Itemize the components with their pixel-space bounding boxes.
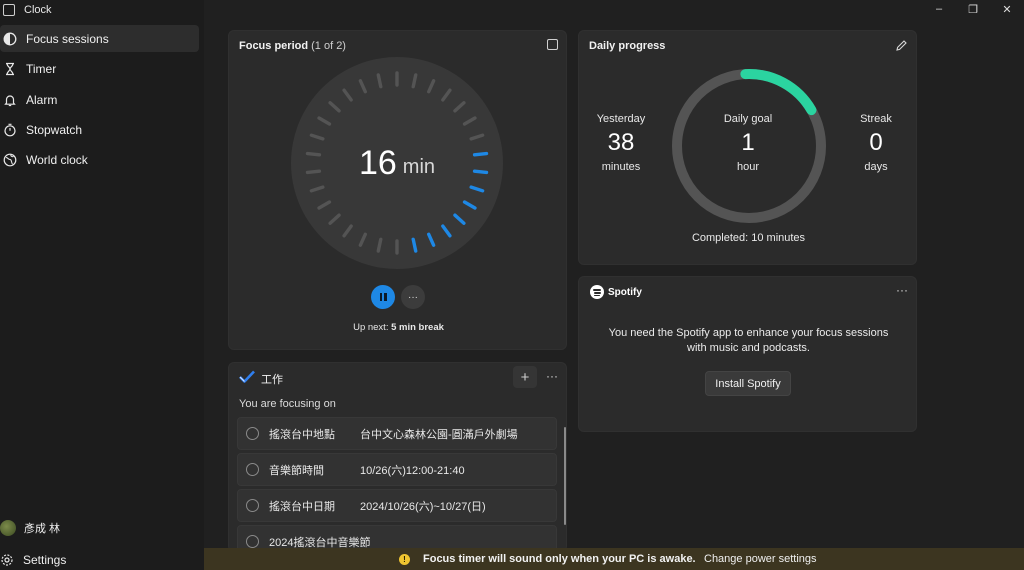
compact-overlay-icon[interactable] <box>547 39 558 50</box>
tasks-scrollbar[interactable] <box>564 427 566 525</box>
task-title: 搖滾台中日期 <box>269 500 335 513</box>
banner-message: Focus timer will sound only when your PC… <box>423 553 696 565</box>
task-item[interactable]: 搖滾台中地點 台中文心森林公園-圓滿戶外劇場 <box>237 417 557 450</box>
task-detail: 台中文心森林公園-圓滿戶外劇場 <box>360 428 518 441</box>
focus-more-button[interactable]: ··· <box>401 285 425 309</box>
daily-progress-card: Daily progress Yesterday 38 minutes Dail… <box>578 30 917 265</box>
task-item[interactable]: 搖滾台中日期 2024/10/26(六)~10/27(日) <box>237 489 557 522</box>
power-warning-banner: ! Focus timer will sound only when your … <box>204 548 1024 570</box>
timer-minutes: 16 <box>358 143 397 182</box>
task-list-header: 工作 <box>239 370 283 388</box>
focusing-on-label: You are focusing on <box>239 398 336 410</box>
task-title: 音樂節時間 <box>269 464 324 477</box>
globe-icon <box>3 153 17 167</box>
up-next-value: 5 min break <box>391 322 444 333</box>
focus-period-title: Focus period (1 of 2) <box>239 40 346 52</box>
goal-ring-progress <box>740 69 817 116</box>
spotify-icon <box>590 285 604 299</box>
streak-value: 0 <box>869 129 883 156</box>
streak-stat: Streak 0 days <box>836 113 916 173</box>
yesterday-value: 38 <box>607 129 635 156</box>
pencil-icon[interactable] <box>895 39 908 57</box>
gear-icon <box>0 553 14 567</box>
avatar <box>0 520 16 536</box>
task-detail: 2024/10/26(六)~10/27(日) <box>360 500 486 513</box>
streak-unit: days <box>864 161 888 173</box>
task-list-name: 工作 <box>261 374 283 386</box>
sidebar-item-alarm[interactable]: Alarm <box>0 86 199 113</box>
user-name: 彥成 林 <box>24 523 61 535</box>
change-power-settings-link[interactable]: Change power settings <box>704 553 817 565</box>
tasks-card: 工作 + ··· You are focusing on 搖滾台中地點 台中文心… <box>228 362 567 552</box>
focus-period-card: Focus period (1 of 2) 16 min ··· Up next… <box>228 30 567 350</box>
sidebar-item-stopwatch[interactable]: Stopwatch <box>0 116 199 143</box>
completed-text: Completed: 10 minutes <box>691 232 806 244</box>
daily-goal-label: Daily goal <box>723 113 773 125</box>
task-checkbox[interactable] <box>246 463 259 476</box>
stopwatch-icon <box>3 123 17 137</box>
focus-title-text: Focus period <box>239 40 309 52</box>
task-title: 搖滾台中地點 <box>269 428 335 441</box>
close-button[interactable]: ✕ <box>990 0 1024 18</box>
sidebar-item-label: World clock <box>26 152 88 167</box>
focus-timer-dial: 16 min <box>291 57 503 269</box>
sidebar-item-label: Stopwatch <box>26 122 83 137</box>
task-checkbox[interactable] <box>246 535 259 548</box>
spotify-more-button[interactable]: ··· <box>896 283 908 297</box>
spotify-card: Spotify ··· You need the Spotify app to … <box>578 276 917 432</box>
warning-icon: ! <box>399 554 410 565</box>
daily-progress-title: Daily progress <box>589 40 666 52</box>
yesterday-label: Yesterday <box>596 113 646 125</box>
sidebar-item-world-clock[interactable]: World clock <box>0 146 199 173</box>
add-task-button[interactable]: + <box>513 366 537 388</box>
streak-label: Streak <box>860 113 892 125</box>
sidebar-item-label: Focus sessions <box>26 31 109 46</box>
user-account[interactable]: 彥成 林 <box>0 517 60 539</box>
focus-period-count: (1 of 2) <box>311 40 346 52</box>
sidebar-item-label: Timer <box>26 61 57 76</box>
sidebar-item-timer[interactable]: Timer <box>0 55 199 82</box>
task-checkbox[interactable] <box>246 427 259 440</box>
window-controls: – ❐ ✕ <box>922 0 1024 18</box>
alarm-icon <box>3 93 17 107</box>
daily-goal-unit: hour <box>736 161 760 173</box>
up-next-label: Up next: <box>353 322 389 333</box>
spotify-logo: Spotify <box>590 285 642 299</box>
task-checkbox[interactable] <box>246 499 259 512</box>
spotify-message: You need the Spotify app to enhance your… <box>608 327 889 354</box>
minimize-button[interactable]: – <box>922 0 956 18</box>
pause-icon <box>384 293 387 301</box>
sidebar: Clock Focus sessions Timer Alarm Stopwat… <box>0 0 204 570</box>
app-title: Clock <box>24 4 52 16</box>
pause-icon <box>379 293 382 301</box>
daily-goal-value: 1 <box>741 129 755 156</box>
clock-app-icon <box>3 4 15 16</box>
up-next-text: Up next: 5 min break <box>229 322 568 333</box>
task-detail: 10/26(六)12:00-21:40 <box>360 464 465 477</box>
app-title-bar: Clock <box>0 0 204 20</box>
todo-check-icon <box>239 370 255 388</box>
dial-center: 16 min <box>291 57 503 269</box>
spotify-brand: Spotify <box>608 286 642 298</box>
sidebar-item-label: Alarm <box>26 92 58 107</box>
sidebar-item-settings[interactable]: Settings <box>0 549 199 570</box>
task-item[interactable]: 音樂節時間 10/26(六)12:00-21:40 <box>237 453 557 486</box>
sidebar-item-label: Settings <box>23 553 67 567</box>
sidebar-item-focus-sessions[interactable]: Focus sessions <box>0 25 199 52</box>
pause-button[interactable] <box>371 285 395 309</box>
yesterday-unit: minutes <box>601 161 641 173</box>
install-spotify-button[interactable]: Install Spotify <box>705 371 791 396</box>
timer-unit: min <box>402 155 436 178</box>
focus-icon <box>3 32 17 46</box>
daily-goal-stat: Daily goal 1 hour <box>708 113 788 173</box>
tasks-more-button[interactable]: ··· <box>546 369 558 383</box>
hourglass-icon <box>3 62 17 76</box>
yesterday-stat: Yesterday 38 minutes <box>581 113 661 173</box>
restore-button[interactable]: ❐ <box>956 0 990 18</box>
